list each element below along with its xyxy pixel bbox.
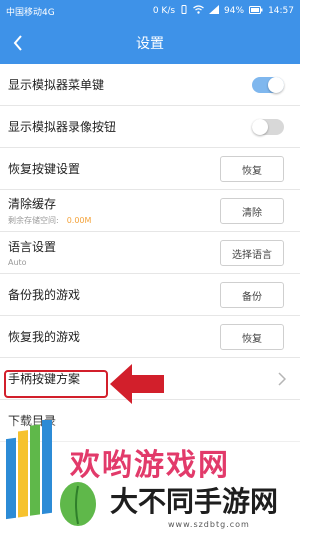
- setting-row-show-record-button: 显示模拟器录像按钮: [0, 106, 300, 148]
- chevron-right-icon: [278, 372, 286, 386]
- setting-label: 备份我的游戏: [8, 288, 81, 302]
- setting-row-clear-cache: 清除缓存 剩余存储空间: 0.00M 清除: [0, 190, 300, 232]
- show-menu-key-toggle[interactable]: [252, 77, 284, 93]
- battery-percent: 94%: [224, 6, 245, 16]
- setting-label: 清除缓存: [8, 197, 57, 211]
- carrier-label: 中国移动4G: [6, 7, 55, 18]
- network-speed: 0 K/s: [152, 6, 176, 16]
- banner-url: www.szdbtg.com: [168, 520, 250, 529]
- vibrate-icon: [180, 5, 188, 17]
- highlight-box: [4, 370, 108, 398]
- battery-icon: [249, 5, 263, 17]
- setting-row-restore-games: 恢复我的游戏 恢复: [0, 316, 300, 358]
- red-arrow-icon: [110, 364, 164, 404]
- status-bar: 中国移动4G 0 K/s 94% 14:57: [0, 0, 300, 22]
- wifi-icon: [193, 5, 204, 17]
- setting-label: 恢复我的游戏: [8, 330, 81, 344]
- language-value: Auto: [8, 258, 27, 267]
- status-indicators: 0 K/s 94% 14:57: [153, 5, 294, 17]
- setting-label: 恢复按键设置: [8, 162, 81, 176]
- restore-keys-button[interactable]: 恢复: [220, 156, 284, 182]
- leaf-icon: [60, 482, 96, 526]
- back-button[interactable]: [6, 30, 30, 56]
- storage-info: 剩余存储空间: 0.00M: [8, 215, 91, 226]
- nav-bar: 设置: [0, 22, 300, 64]
- banner-top-text: 欢哟游戏网: [70, 448, 230, 483]
- setting-text: 清除缓存 剩余存储空间: 0.00M: [8, 195, 91, 226]
- show-record-button-toggle[interactable]: [252, 119, 284, 135]
- banner-main-text: 大不同手游网: [110, 485, 279, 518]
- setting-row-backup-games: 备份我的游戏 备份: [0, 274, 300, 316]
- backup-button[interactable]: 备份: [220, 282, 284, 308]
- setting-text: 语言设置 Auto: [8, 238, 56, 267]
- toggle-knob: [252, 119, 268, 135]
- choose-language-button[interactable]: 选择语言: [220, 240, 284, 266]
- page-title: 设置: [136, 36, 164, 52]
- toggle-knob: [268, 77, 284, 93]
- signal-icon: [209, 5, 220, 17]
- setting-label: 显示模拟器录像按钮: [8, 120, 117, 134]
- storage-label: 剩余存储空间:: [8, 216, 59, 225]
- chevron-left-icon: [13, 35, 22, 51]
- setting-label: 语言设置: [8, 240, 57, 254]
- setting-row-language: 语言设置 Auto 选择语言: [0, 232, 300, 274]
- storage-value: 0.00M: [66, 216, 92, 225]
- restore-games-button[interactable]: 恢复: [220, 324, 284, 350]
- setting-label: 显示模拟器菜单键: [8, 78, 105, 92]
- clock: 14:57: [268, 6, 294, 16]
- clear-cache-button[interactable]: 清除: [220, 198, 284, 224]
- setting-row-show-menu-key: 显示模拟器菜单键: [0, 64, 300, 106]
- setting-row-restore-keys: 恢复按键设置 恢复: [0, 148, 300, 190]
